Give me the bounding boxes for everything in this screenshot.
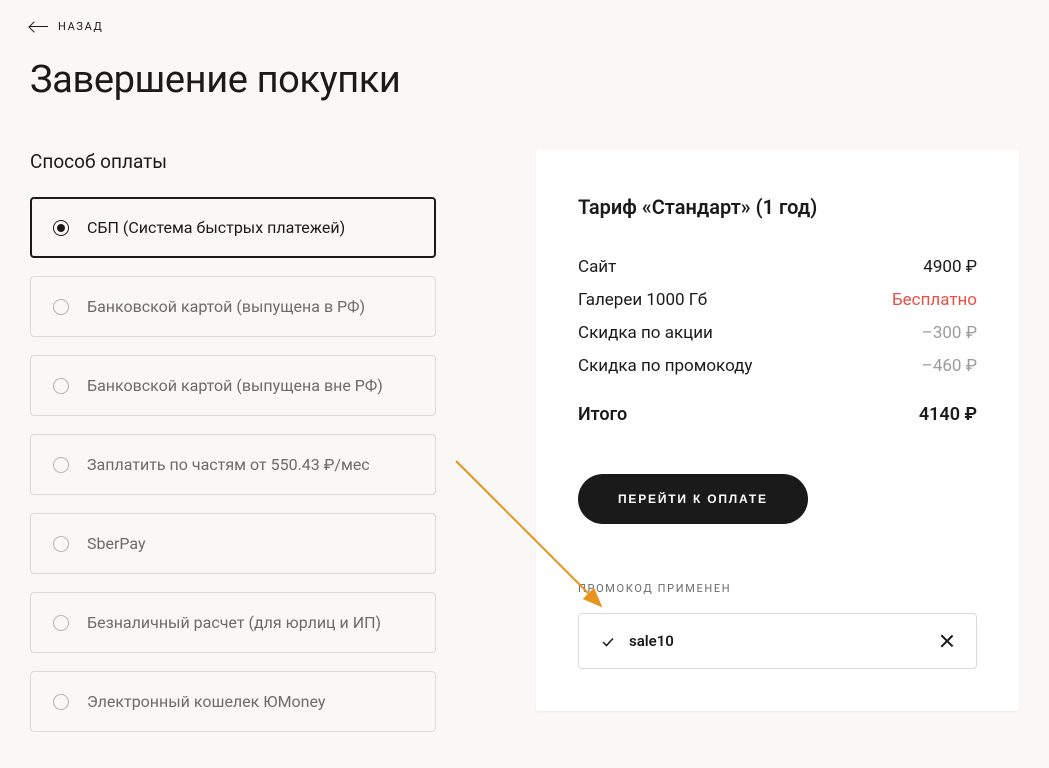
price-row-label: Скидка по акции [578, 323, 713, 343]
price-row-value: –460 ₽ [922, 356, 977, 376]
price-row: Сайт 4900 ₽ [578, 257, 977, 277]
promo-code-value: sale10 [629, 632, 926, 650]
promo-input[interactable]: sale10 [578, 613, 977, 669]
payment-section-title: Способ оплаты [30, 150, 436, 173]
payment-option[interactable]: Банковской картой (выпущена в РФ) [30, 276, 436, 337]
payment-option-label: Заплатить по частям от 550.43 ₽/мес [87, 455, 370, 474]
payment-option-label: СБП (Система быстрых платежей) [87, 218, 345, 237]
total-value: 4140 ₽ [919, 404, 977, 425]
price-row-value: Бесплатно [892, 290, 977, 310]
order-summary-card: Тариф «Стандарт» (1 год) Сайт 4900 ₽ Галер… [536, 150, 1019, 711]
tariff-title: Тариф «Стандарт» (1 год) [578, 195, 977, 219]
close-icon[interactable] [940, 634, 954, 648]
promo-applied-label: ПРОМОКОД ПРИМЕНЕН [578, 582, 977, 595]
payment-option[interactable]: Безналичный расчет (для юрлиц и ИП) [30, 592, 436, 653]
payment-option[interactable]: Заплатить по частям от 550.43 ₽/мес [30, 434, 436, 495]
price-row-label: Скидка по промокоду [578, 356, 752, 376]
check-icon [601, 634, 615, 648]
payment-option-label: Электронный кошелек ЮMoney [87, 692, 325, 711]
radio-icon [53, 378, 69, 394]
radio-icon [53, 694, 69, 710]
radio-icon [53, 299, 69, 315]
payment-option-label: Безналичный расчет (для юрлиц и ИП) [87, 613, 381, 632]
payment-option-label: SberPay [87, 534, 146, 553]
payment-option-label: Банковской картой (выпущена вне РФ) [87, 376, 383, 395]
price-row: Галереи 1000 Гб Бесплатно [578, 290, 977, 310]
page-title: Завершение покупки [30, 58, 1019, 102]
price-row: Скидка по промокоду –460 ₽ [578, 356, 977, 376]
back-label: НАЗАД [58, 20, 103, 33]
price-row: Скидка по акции –300 ₽ [578, 323, 977, 343]
radio-icon [53, 536, 69, 552]
radio-icon [53, 220, 69, 236]
payment-option-label: Банковской картой (выпущена в РФ) [87, 297, 365, 316]
payment-option[interactable]: SberPay [30, 513, 436, 574]
payment-option[interactable]: СБП (Система быстрых платежей) [30, 197, 436, 258]
payment-option[interactable]: Электронный кошелек ЮMoney [30, 671, 436, 732]
radio-icon [53, 457, 69, 473]
payment-option[interactable]: Банковской картой (выпущена вне РФ) [30, 355, 436, 416]
pay-button[interactable]: ПЕРЕЙТИ К ОПЛАТЕ [578, 474, 808, 524]
price-row-value: –300 ₽ [922, 323, 977, 343]
arrow-left-icon [30, 26, 48, 27]
price-row-label: Сайт [578, 257, 616, 277]
price-row-value: 4900 ₽ [923, 257, 977, 277]
radio-icon [53, 615, 69, 631]
back-link[interactable]: НАЗАД [30, 20, 103, 33]
total-label: Итого [578, 404, 627, 425]
price-row-label: Галереи 1000 Гб [578, 290, 707, 310]
